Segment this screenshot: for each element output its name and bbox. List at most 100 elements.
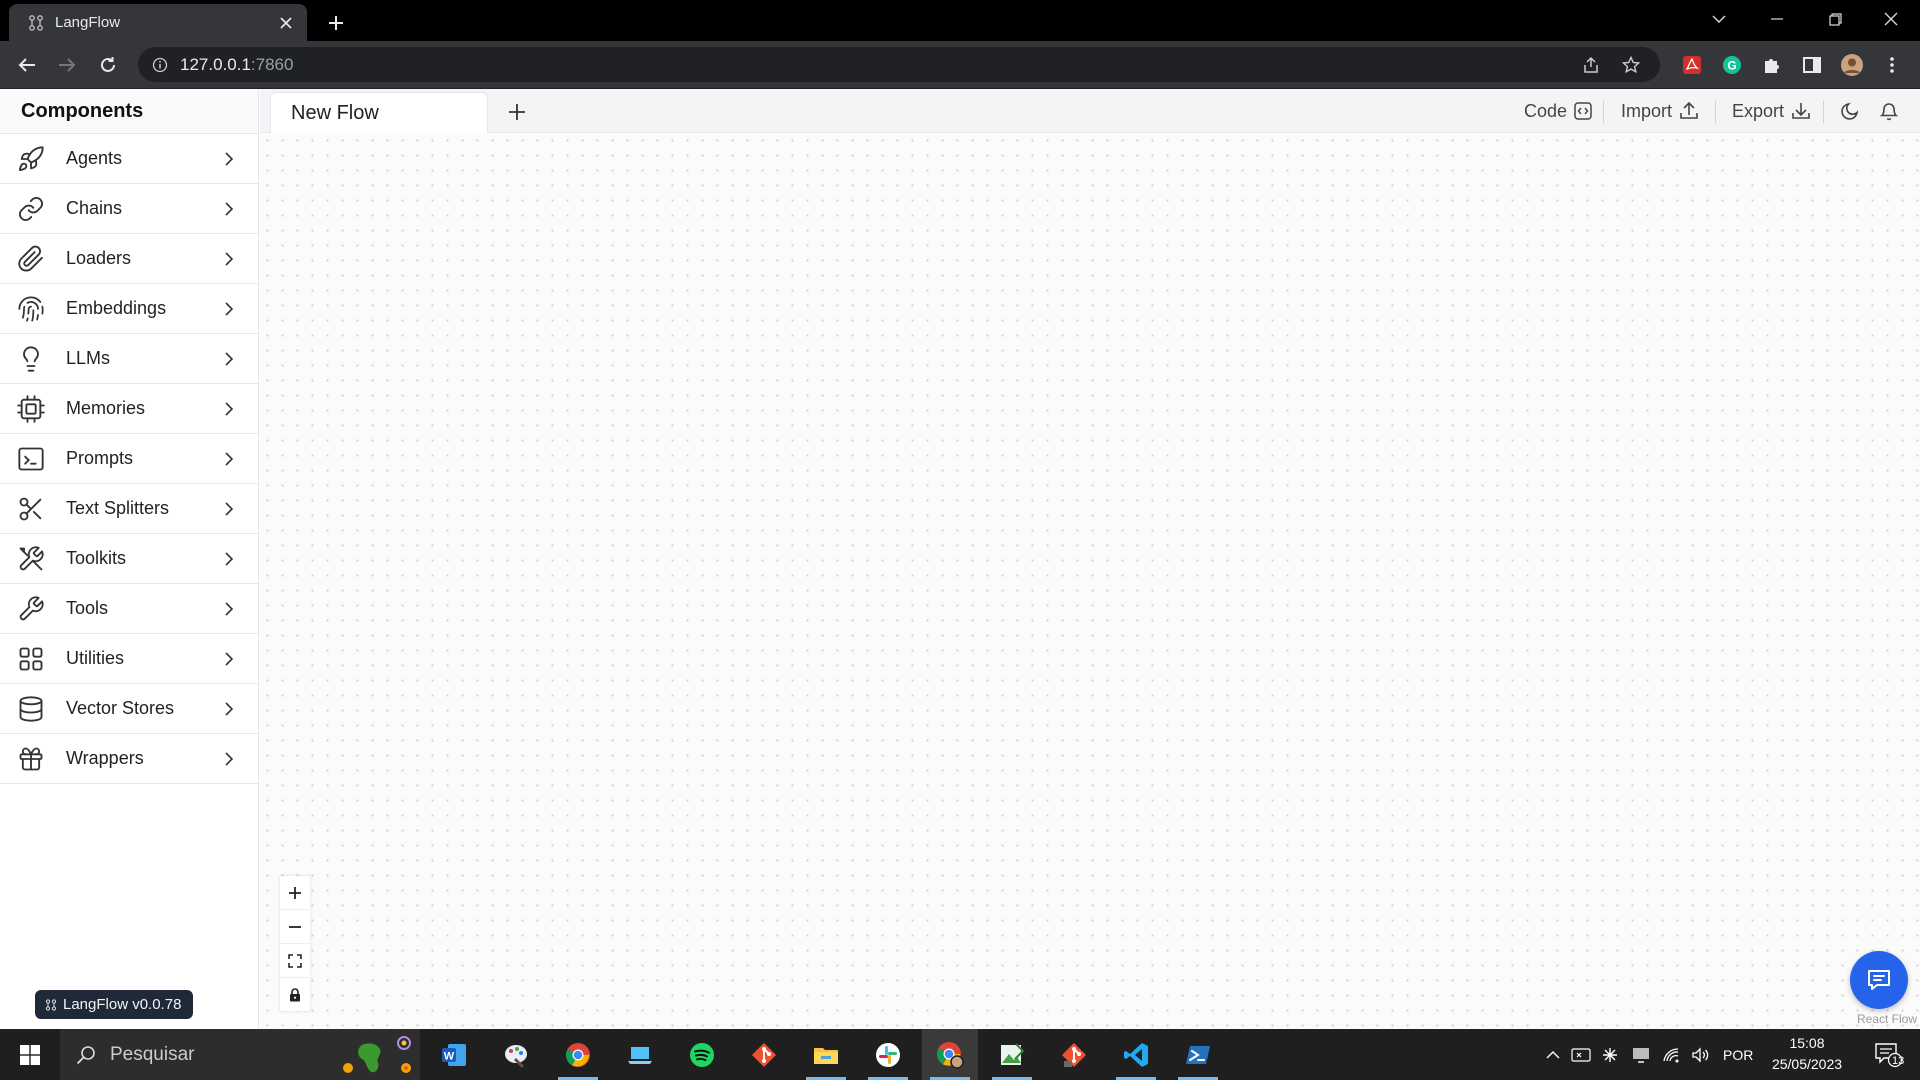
browser-menu-icon[interactable]: [1876, 49, 1908, 81]
sidebar-item-label: Wrappers: [66, 748, 144, 768]
tray-language[interactable]: POR: [1723, 1029, 1753, 1080]
sidebar-item-tools[interactable]: Tools: [0, 584, 258, 634]
sidebar-item-label: Utilities: [66, 648, 125, 668]
pdf-extension-icon[interactable]: [1676, 49, 1708, 81]
word-icon: W: [442, 1043, 466, 1066]
profile-avatar[interactable]: [1836, 49, 1868, 81]
taskbar-clock[interactable]: 15:08 25/05/2023: [1762, 1033, 1852, 1075]
grammarly-extension-icon[interactable]: G: [1716, 49, 1748, 81]
tray-network-share-icon[interactable]: [1597, 1029, 1623, 1080]
notification-center-button[interactable]: 13: [1865, 1029, 1910, 1080]
minus-icon: [289, 925, 301, 928]
sidebar-item-toolkits[interactable]: Toolkits: [0, 534, 258, 584]
notification-count: 13: [1892, 1055, 1905, 1067]
git-gui-icon: [1062, 1042, 1086, 1067]
share-icon[interactable]: [1582, 56, 1600, 74]
image-viewer-icon: [1001, 1042, 1025, 1065]
code-label: Code: [1524, 100, 1568, 121]
taskbar-powershell[interactable]: [1170, 1029, 1226, 1080]
taskbar-chrome-profile[interactable]: [922, 1029, 978, 1080]
chevron-right-icon: [225, 501, 234, 516]
palette-icon: [505, 1044, 527, 1068]
lock-button[interactable]: [280, 978, 310, 1011]
tray-wifi-icon[interactable]: [1658, 1029, 1684, 1080]
clock-date: 25/05/2023: [1771, 1056, 1843, 1072]
tray-volume-icon[interactable]: [1688, 1029, 1714, 1080]
tray-keyboard-icon[interactable]: [1568, 1029, 1594, 1080]
flow-canvas[interactable]: React Flow: [260, 133, 1920, 1029]
tab-search-icon[interactable]: [1690, 0, 1748, 38]
address-bar[interactable]: 127.0.0.1:7860: [138, 47, 1660, 82]
react-flow-attribution[interactable]: React Flow: [1857, 1012, 1917, 1026]
sidebar-item-vector-stores[interactable]: Vector Stores: [0, 684, 258, 734]
extensions-puzzle-icon[interactable]: [1756, 49, 1788, 81]
taskbar-laptop-app[interactable]: [612, 1029, 668, 1080]
restore-button[interactable]: [1806, 0, 1864, 38]
taskbar-paint[interactable]: [488, 1029, 544, 1080]
chat-button[interactable]: [1850, 951, 1908, 1009]
reload-button[interactable]: [92, 49, 124, 81]
canvas-controls: [280, 876, 310, 1011]
start-button[interactable]: [0, 1029, 60, 1080]
chevron-right-icon: [225, 301, 234, 316]
laptop-icon: [628, 1046, 652, 1064]
tray-display-icon[interactable]: [1628, 1029, 1654, 1080]
chevron-right-icon: [225, 701, 234, 716]
clock-time: 15:08: [1789, 1035, 1825, 1051]
import-button[interactable]: Import: [1621, 89, 1699, 133]
site-info-icon[interactable]: [152, 57, 168, 73]
browser-tab[interactable]: LangFlow: [9, 4, 307, 41]
langflow-app: Components Agents Chains Loaders Embeddi…: [0, 89, 1920, 1029]
taskbar-image-viewer[interactable]: [984, 1029, 1040, 1080]
sidebar-item-embeddings[interactable]: Embeddings: [0, 284, 258, 334]
code-button[interactable]: Code: [1524, 89, 1592, 133]
moon-icon: [1841, 102, 1859, 120]
taskbar-slack[interactable]: [860, 1029, 916, 1080]
taskbar-vscode[interactable]: [1108, 1029, 1164, 1080]
chevron-right-icon: [225, 601, 234, 616]
import-label: Import: [1621, 100, 1673, 121]
sidebar-item-agents[interactable]: Agents: [0, 134, 258, 184]
taskbar-file-explorer[interactable]: [798, 1029, 854, 1080]
zoom-in-button[interactable]: [280, 876, 310, 910]
taskbar-search[interactable]: Pesquisar: [60, 1029, 420, 1080]
chat-icon: [1868, 970, 1890, 990]
add-flow-button[interactable]: [503, 98, 531, 126]
new-tab-button[interactable]: [322, 9, 350, 37]
forward-button[interactable]: [51, 49, 83, 81]
sidebar-item-label: LLMs: [66, 348, 111, 368]
taskbar-word[interactable]: W: [426, 1029, 482, 1080]
close-tab-icon[interactable]: [275, 12, 297, 34]
sidebar-item-text-splitters[interactable]: Text Splitters: [0, 484, 258, 534]
fit-view-button[interactable]: [280, 944, 310, 978]
minimize-button[interactable]: [1748, 0, 1806, 38]
tray-chevron-up-icon[interactable]: [1540, 1029, 1566, 1080]
zoom-out-button[interactable]: [280, 910, 310, 944]
sidebar-item-loaders[interactable]: Loaders: [0, 234, 258, 284]
taskbar-spotify[interactable]: [674, 1029, 730, 1080]
flow-tab-new-flow[interactable]: New Flow: [270, 92, 488, 133]
search-icon: [76, 1045, 95, 1064]
sidebar-item-llms[interactable]: LLMs: [0, 334, 258, 384]
components-title: Components: [0, 89, 258, 134]
dark-mode-toggle[interactable]: [1840, 89, 1860, 133]
lightbulb-icon: [23, 345, 39, 372]
close-window-button[interactable]: [1862, 0, 1920, 38]
taskbar-git-gui[interactable]: [1046, 1029, 1102, 1080]
taskbar-git[interactable]: [736, 1029, 792, 1080]
side-panel-icon[interactable]: [1796, 49, 1828, 81]
back-button[interactable]: [11, 49, 43, 81]
sidebar-item-label: Agents: [66, 148, 123, 168]
sidebar-item-utilities[interactable]: Utilities: [0, 634, 258, 684]
url-host: 127.0.0.1: [180, 54, 251, 74]
sidebar-item-wrappers[interactable]: Wrappers: [0, 734, 258, 784]
sidebar-item-memories[interactable]: Memories: [0, 384, 258, 434]
notifications-button[interactable]: [1879, 89, 1899, 133]
header-divider: [1715, 101, 1716, 123]
bookmark-star-icon[interactable]: [1622, 55, 1640, 74]
sidebar-item-prompts[interactable]: Prompts: [0, 434, 258, 484]
sidebar-item-chains[interactable]: Chains: [0, 184, 258, 234]
export-button[interactable]: Export: [1732, 89, 1811, 133]
plus-icon: [289, 886, 301, 899]
taskbar-chrome[interactable]: [550, 1029, 606, 1080]
